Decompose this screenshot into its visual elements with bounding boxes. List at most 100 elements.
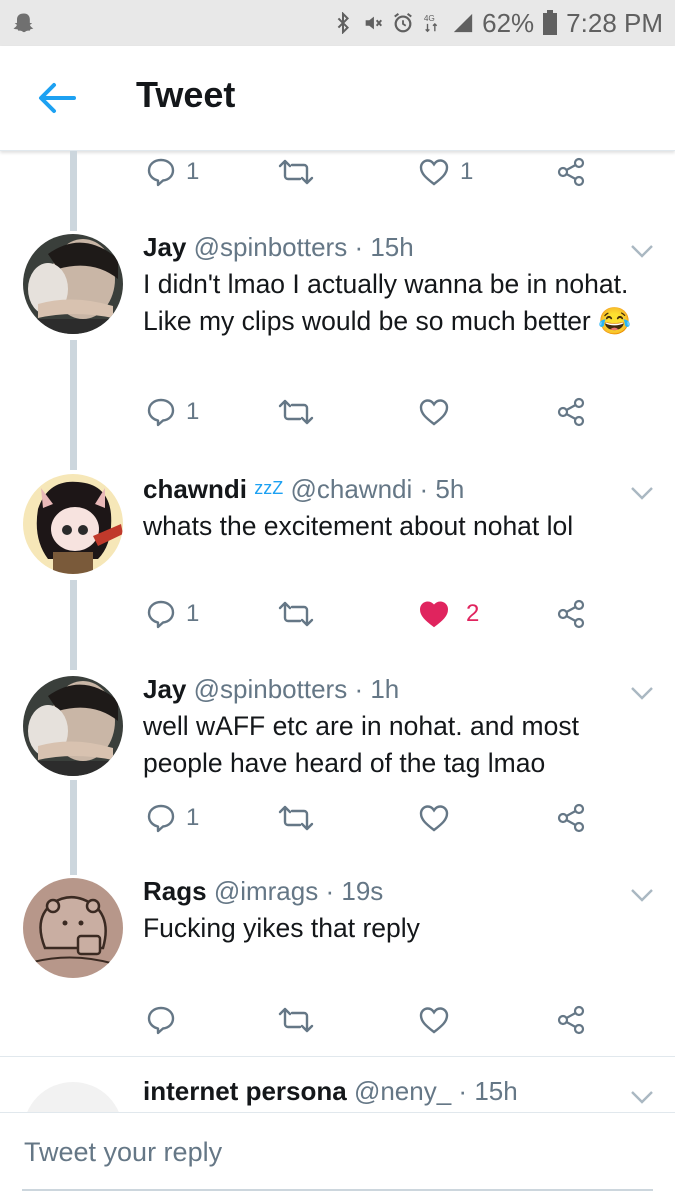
avatar[interactable] <box>23 676 123 776</box>
app-bar: Tweet <box>0 46 675 151</box>
tweet-actions: 1 1 <box>0 152 675 196</box>
reply-count: 1 <box>186 804 200 831</box>
tweet-text: whats the excitement about nohat lol <box>143 511 574 541</box>
tweet-actions <box>0 1000 675 1044</box>
share-button[interactable] <box>556 1000 586 1040</box>
separator-dot: · <box>325 876 335 906</box>
separator-dot: · <box>354 674 364 704</box>
retweet-button[interactable] <box>276 392 316 432</box>
timestamp: 5h <box>435 474 465 504</box>
heart-icon <box>419 805 449 832</box>
like-button[interactable] <box>418 798 450 838</box>
display-name[interactable]: chawndi <box>143 474 247 504</box>
retweet-button[interactable] <box>276 1000 316 1040</box>
like-button[interactable] <box>418 1000 450 1040</box>
chevron-down-icon[interactable] <box>630 486 654 500</box>
chevron-down-icon[interactable] <box>630 244 654 258</box>
share-icon <box>557 397 585 427</box>
display-name[interactable]: Rags <box>143 876 207 906</box>
separator-dot: · <box>419 474 429 504</box>
tweet-header: Rags @imrags · 19s <box>143 876 383 907</box>
tweet-header: internet persona @neny_ · 15h <box>143 1076 518 1107</box>
reply-count: 1 <box>186 158 200 185</box>
share-button[interactable] <box>556 152 586 192</box>
display-name[interactable]: internet persona <box>143 1076 347 1106</box>
reply-button[interactable]: 1 <box>146 594 199 634</box>
chevron-down-icon[interactable] <box>630 1090 654 1104</box>
tweet-text: well wAFF etc are in nohat. and most peo… <box>143 711 579 778</box>
tweet-text: Fucking yikes that reply <box>143 913 420 943</box>
share-button[interactable] <box>556 798 586 838</box>
tweet-text: I didn't lmao I actually wanna be in noh… <box>143 269 632 336</box>
retweet-icon <box>278 159 314 185</box>
avatar[interactable] <box>23 474 123 574</box>
avatar[interactable] <box>23 234 123 334</box>
like-button[interactable] <box>418 392 450 432</box>
separator-dot: · <box>458 1076 468 1106</box>
status-bar: 4G 62% 7:28 PM <box>0 0 675 46</box>
reply-button[interactable]: 1 <box>146 152 199 192</box>
tweet-actions: 1 <box>0 392 675 436</box>
name-badge: zzZ <box>254 478 284 498</box>
share-icon <box>557 157 585 187</box>
timestamp: 15h <box>474 1076 518 1106</box>
username[interactable]: @neny_ <box>354 1076 451 1106</box>
reply-button[interactable] <box>146 1000 176 1040</box>
retweet-icon <box>278 399 314 425</box>
like-count: 2 <box>466 600 480 627</box>
like-count: 1 <box>460 158 474 185</box>
reply-button[interactable]: 1 <box>146 798 199 838</box>
tweet-header: Jay @spinbotters · 1h <box>143 674 399 705</box>
comment-icon <box>147 1006 175 1035</box>
share-button[interactable] <box>556 594 586 634</box>
reply-composer: Tweet your reply <box>0 1112 675 1201</box>
page-title: Tweet <box>136 74 236 115</box>
like-button[interactable]: 1 <box>418 152 473 192</box>
share-icon <box>557 1005 585 1035</box>
heart-icon <box>419 399 449 426</box>
heart-icon <box>419 1007 449 1034</box>
retweet-button[interactable] <box>276 152 316 192</box>
retweet-icon <box>278 601 314 627</box>
username[interactable]: @spinbotters <box>194 232 348 262</box>
reply-button[interactable]: 1 <box>146 392 199 432</box>
heart-icon <box>419 159 449 186</box>
share-icon <box>557 803 585 833</box>
display-name[interactable]: Jay <box>143 232 186 262</box>
clock: 7:28 PM <box>566 7 663 38</box>
reply-input[interactable]: Tweet your reply <box>24 1137 222 1168</box>
comment-icon <box>147 600 175 629</box>
chevron-down-icon[interactable] <box>630 686 654 700</box>
battery-icon <box>543 10 558 35</box>
username[interactable]: @spinbotters <box>194 674 348 704</box>
separator-dot: · <box>354 232 364 262</box>
comment-icon <box>147 804 175 833</box>
tweet-actions: 1 <box>0 798 675 842</box>
bluetooth-icon <box>337 12 350 34</box>
username[interactable]: @imrags <box>214 876 318 906</box>
battery-percent: 62% <box>482 7 535 38</box>
heart-filled-icon <box>419 601 449 628</box>
signal-icon <box>453 13 473 33</box>
snapchat-icon <box>13 13 34 33</box>
network-4g-icon: 4G <box>424 14 438 33</box>
chevron-down-icon[interactable] <box>630 888 654 902</box>
comment-icon <box>147 158 175 187</box>
tweet-header: Jay @spinbotters · 15h <box>143 232 414 263</box>
timestamp: 15h <box>370 232 414 262</box>
retweet-button[interactable] <box>276 594 316 634</box>
avatar[interactable] <box>23 878 123 978</box>
retweet-button[interactable] <box>276 798 316 838</box>
comment-icon <box>147 398 175 427</box>
alarm-icon <box>394 13 412 33</box>
timestamp: 1h <box>370 674 400 704</box>
like-button[interactable]: 2 <box>418 594 479 634</box>
tweet-divider <box>0 1056 675 1057</box>
share-button[interactable] <box>556 392 586 432</box>
retweet-icon <box>278 1007 314 1033</box>
username[interactable]: @chawndi <box>290 474 412 504</box>
display-name[interactable]: Jay <box>143 674 186 704</box>
reply-count: 1 <box>186 398 200 425</box>
back-arrow-icon[interactable] <box>34 76 78 120</box>
mute-icon <box>365 16 383 30</box>
